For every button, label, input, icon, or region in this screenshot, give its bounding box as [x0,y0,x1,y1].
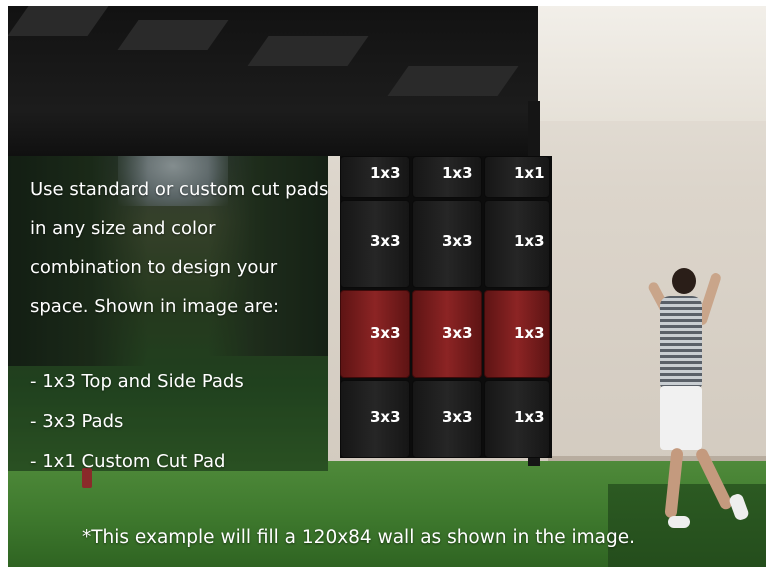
pad-grid: 1x3 1x3 1x1 3x3 3x3 1x3 3x3 3x3 1x3 3x3 3x3 1x3 [340,156,552,458]
pad-type-item: - 1x1 Custom Cut Pad [30,451,226,472]
pad-size-label: 3x3 [370,324,401,342]
pad-size-label: 1x3 [370,164,401,182]
enclosure-top [8,6,538,156]
pad-size-label: 3x3 [442,232,473,250]
enclosure-fold [117,20,229,50]
pad-size-label: 1x3 [514,324,545,342]
intro-text-block: Use standard or custom cut pads in any s… [30,170,330,326]
pad-size-label: 1x3 [514,408,545,426]
intro-text: Use standard or custom cut pads in any s… [30,179,329,317]
pad-type-list: - 1x3 Top and Side Pads - 3x3 Pads - 1x1… [30,362,330,482]
golfer-shorts [660,386,702,450]
pad-size-label: 3x3 [370,232,401,250]
pad-type-item: - 1x3 Top and Side Pads [30,371,244,392]
enclosure-fold [387,66,519,96]
pad-size-label: 1x3 [442,164,473,182]
pad-size-label: 3x3 [442,324,473,342]
golfer-head [672,268,696,294]
enclosure-fold [247,36,369,66]
pad-size-label: 1x1 [514,164,545,182]
footnote: *This example will fill a 120x84 wall as… [82,527,635,548]
pad-type-item: - 3x3 Pads [30,411,124,432]
pad-size-label: 3x3 [370,408,401,426]
pad-size-label: 3x3 [442,408,473,426]
enclosure-fold [8,6,109,36]
pad-size-label: 1x3 [514,232,545,250]
ad-image: 1x3 1x3 1x1 3x3 3x3 1x3 3x3 3x3 1x3 3x3 3x3 1x3 Use… [0,0,774,571]
golfer-shirt [660,296,702,388]
golfer-shoe [668,516,690,528]
